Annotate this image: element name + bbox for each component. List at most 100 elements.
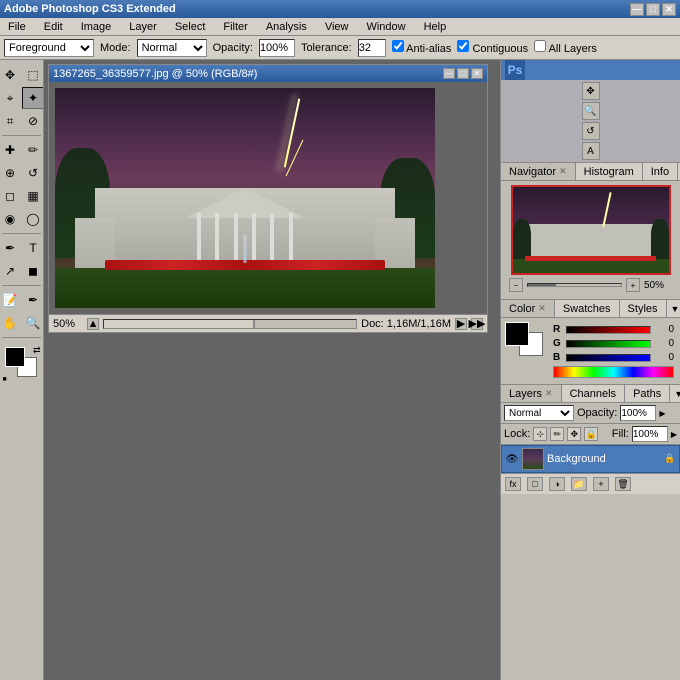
opacity-label: Opacity: — [213, 42, 253, 54]
menu-image[interactable]: Image — [77, 20, 116, 34]
color-tab-close[interactable]: ✕ — [538, 303, 546, 314]
history-tool[interactable]: ↺ — [22, 162, 44, 184]
blue-slider[interactable] — [566, 354, 651, 362]
menu-help[interactable]: Help — [420, 20, 451, 34]
tab-info[interactable]: Info — [643, 163, 678, 180]
tool-preset-dropdown[interactable]: Foreground — [4, 39, 94, 57]
panel-hand-icon[interactable]: ✥ — [582, 82, 600, 100]
type-tool[interactable]: T — [22, 237, 44, 259]
panel-rotate-icon[interactable]: ↺ — [582, 122, 600, 140]
menu-filter[interactable]: Filter — [219, 20, 251, 34]
doc-close-button[interactable]: ✕ — [471, 68, 483, 79]
zoom-slider[interactable] — [527, 283, 622, 287]
layers-tab-close[interactable]: ✕ — [545, 388, 553, 399]
reset-colors-icon[interactable]: ■ — [3, 376, 7, 383]
zoom-up-button[interactable]: ▲ — [87, 318, 99, 330]
green-slider[interactable] — [566, 340, 651, 348]
shape-tool[interactable]: ◼ — [22, 260, 44, 282]
layer-adj-button[interactable]: ◑ — [549, 477, 565, 491]
layer-delete-button[interactable]: 🗑 — [615, 477, 631, 491]
maximize-button[interactable]: □ — [646, 3, 660, 16]
lock-paint-button[interactable]: ✏ — [550, 427, 564, 441]
dodge-tool[interactable]: ◯ — [22, 208, 44, 230]
path-select-tool[interactable]: ↗ — [0, 260, 21, 282]
tab-channels[interactable]: Channels — [562, 385, 625, 402]
menu-view[interactable]: View — [321, 20, 353, 34]
close-button[interactable]: ✕ — [662, 3, 676, 16]
eraser-tool[interactable]: ◻ — [0, 185, 21, 207]
hand-tool[interactable]: ✋ — [0, 312, 21, 334]
scroll-end-button[interactable]: ▶▶ — [471, 318, 483, 330]
lasso-tool[interactable]: ⌖ — [0, 87, 21, 109]
red-slider[interactable] — [566, 326, 651, 334]
menu-window[interactable]: Window — [362, 20, 409, 34]
tab-paths[interactable]: Paths — [625, 385, 670, 402]
gradient-tool[interactable]: ▦ — [22, 185, 44, 207]
menu-file[interactable]: File — [4, 20, 30, 34]
layer-visibility-eye[interactable]: 👁 — [505, 452, 519, 466]
minimize-button[interactable]: — — [630, 3, 644, 16]
stamp-tool[interactable]: ⊕ — [0, 162, 21, 184]
fill-arrow[interactable]: ▶ — [671, 430, 677, 439]
scroll-right-button[interactable]: ▶ — [455, 318, 467, 330]
tab-color[interactable]: Color ✕ — [501, 300, 555, 317]
magic-wand-tool[interactable]: ✦ — [22, 87, 44, 109]
brush-tool[interactable]: ✏ — [22, 139, 44, 161]
layer-row-background[interactable]: 👁 Background 🔒 — [501, 445, 680, 473]
zoom-out-button[interactable]: − — [509, 278, 523, 292]
menu-analysis[interactable]: Analysis — [262, 20, 311, 34]
layer-group-button[interactable]: 📁 — [571, 477, 587, 491]
opacity-input[interactable] — [259, 39, 295, 57]
mode-dropdown[interactable]: Normal — [137, 39, 207, 57]
tab-navigator[interactable]: Navigator ✕ — [501, 163, 576, 180]
anti-alias-checkbox[interactable] — [392, 40, 404, 52]
layer-fx-button[interactable]: fx — [505, 477, 521, 491]
layer-new-button[interactable]: + — [593, 477, 609, 491]
foreground-color-swatch[interactable] — [5, 347, 25, 367]
all-layers-checkbox[interactable] — [534, 40, 546, 52]
marquee-tool[interactable]: ⬚ — [22, 64, 44, 86]
lock-move-button[interactable]: ✥ — [567, 427, 581, 441]
slice-tool[interactable]: ⊘ — [22, 110, 44, 132]
menu-edit[interactable]: Edit — [40, 20, 67, 34]
document-image[interactable] — [55, 88, 435, 308]
lock-all-button[interactable]: 🔒 — [584, 427, 598, 441]
blur-tool[interactable]: ◉ — [0, 208, 21, 230]
doc-status: Doc: 1,16M/1,16M — [361, 318, 451, 330]
menu-layer[interactable]: Layer — [125, 20, 161, 34]
doc-minimize-button[interactable]: — — [443, 68, 455, 79]
panel-zoom-icon[interactable]: 🔍 — [582, 102, 600, 120]
layers-opacity-input[interactable] — [620, 405, 656, 421]
panel-type-icon[interactable]: A — [582, 142, 600, 160]
tab-layers[interactable]: Layers ✕ — [501, 385, 562, 402]
layer-mask-button[interactable]: □ — [527, 477, 543, 491]
lock-label: Lock: — [504, 428, 530, 440]
lock-transparent-button[interactable]: ⊹ — [533, 427, 547, 441]
move-tool[interactable]: ✥ — [0, 64, 21, 86]
tab-styles[interactable]: Styles — [620, 300, 667, 317]
tab-histogram[interactable]: Histogram — [576, 163, 643, 180]
navigator-tab-close[interactable]: ✕ — [559, 166, 567, 177]
zoom-in-button[interactable]: + — [626, 278, 640, 292]
pen-tool[interactable]: ✒ — [0, 237, 21, 259]
heal-tool[interactable]: ✚ — [0, 139, 21, 161]
crop-tool[interactable]: ⌗ — [0, 110, 21, 132]
layers-panel-collapse[interactable]: ▼ — [670, 389, 680, 399]
menu-select[interactable]: Select — [171, 20, 210, 34]
opacity-arrow[interactable]: ▶ — [659, 409, 665, 418]
fill-input[interactable] — [632, 426, 668, 442]
tab-swatches[interactable]: Swatches — [555, 300, 620, 317]
doc-maximize-button[interactable]: □ — [457, 68, 469, 79]
swap-colors-icon[interactable]: ⇄ — [33, 345, 41, 356]
contiguous-checkbox[interactable] — [457, 40, 469, 52]
color-fg-swatch[interactable] — [505, 322, 529, 346]
notes-tool[interactable]: 📝 — [0, 289, 21, 311]
scrollbar-horizontal[interactable] — [103, 319, 357, 329]
eyedropper-tool[interactable]: ✒ — [22, 289, 44, 311]
zoom-tool[interactable]: 🔍 — [22, 312, 44, 334]
color-spectrum[interactable] — [553, 366, 674, 378]
tolerance-input[interactable] — [358, 39, 386, 57]
mode-label: Mode: — [100, 42, 131, 54]
color-panel-collapse[interactable]: ▼ — [667, 304, 680, 314]
blend-mode-dropdown[interactable]: Normal — [504, 405, 574, 421]
